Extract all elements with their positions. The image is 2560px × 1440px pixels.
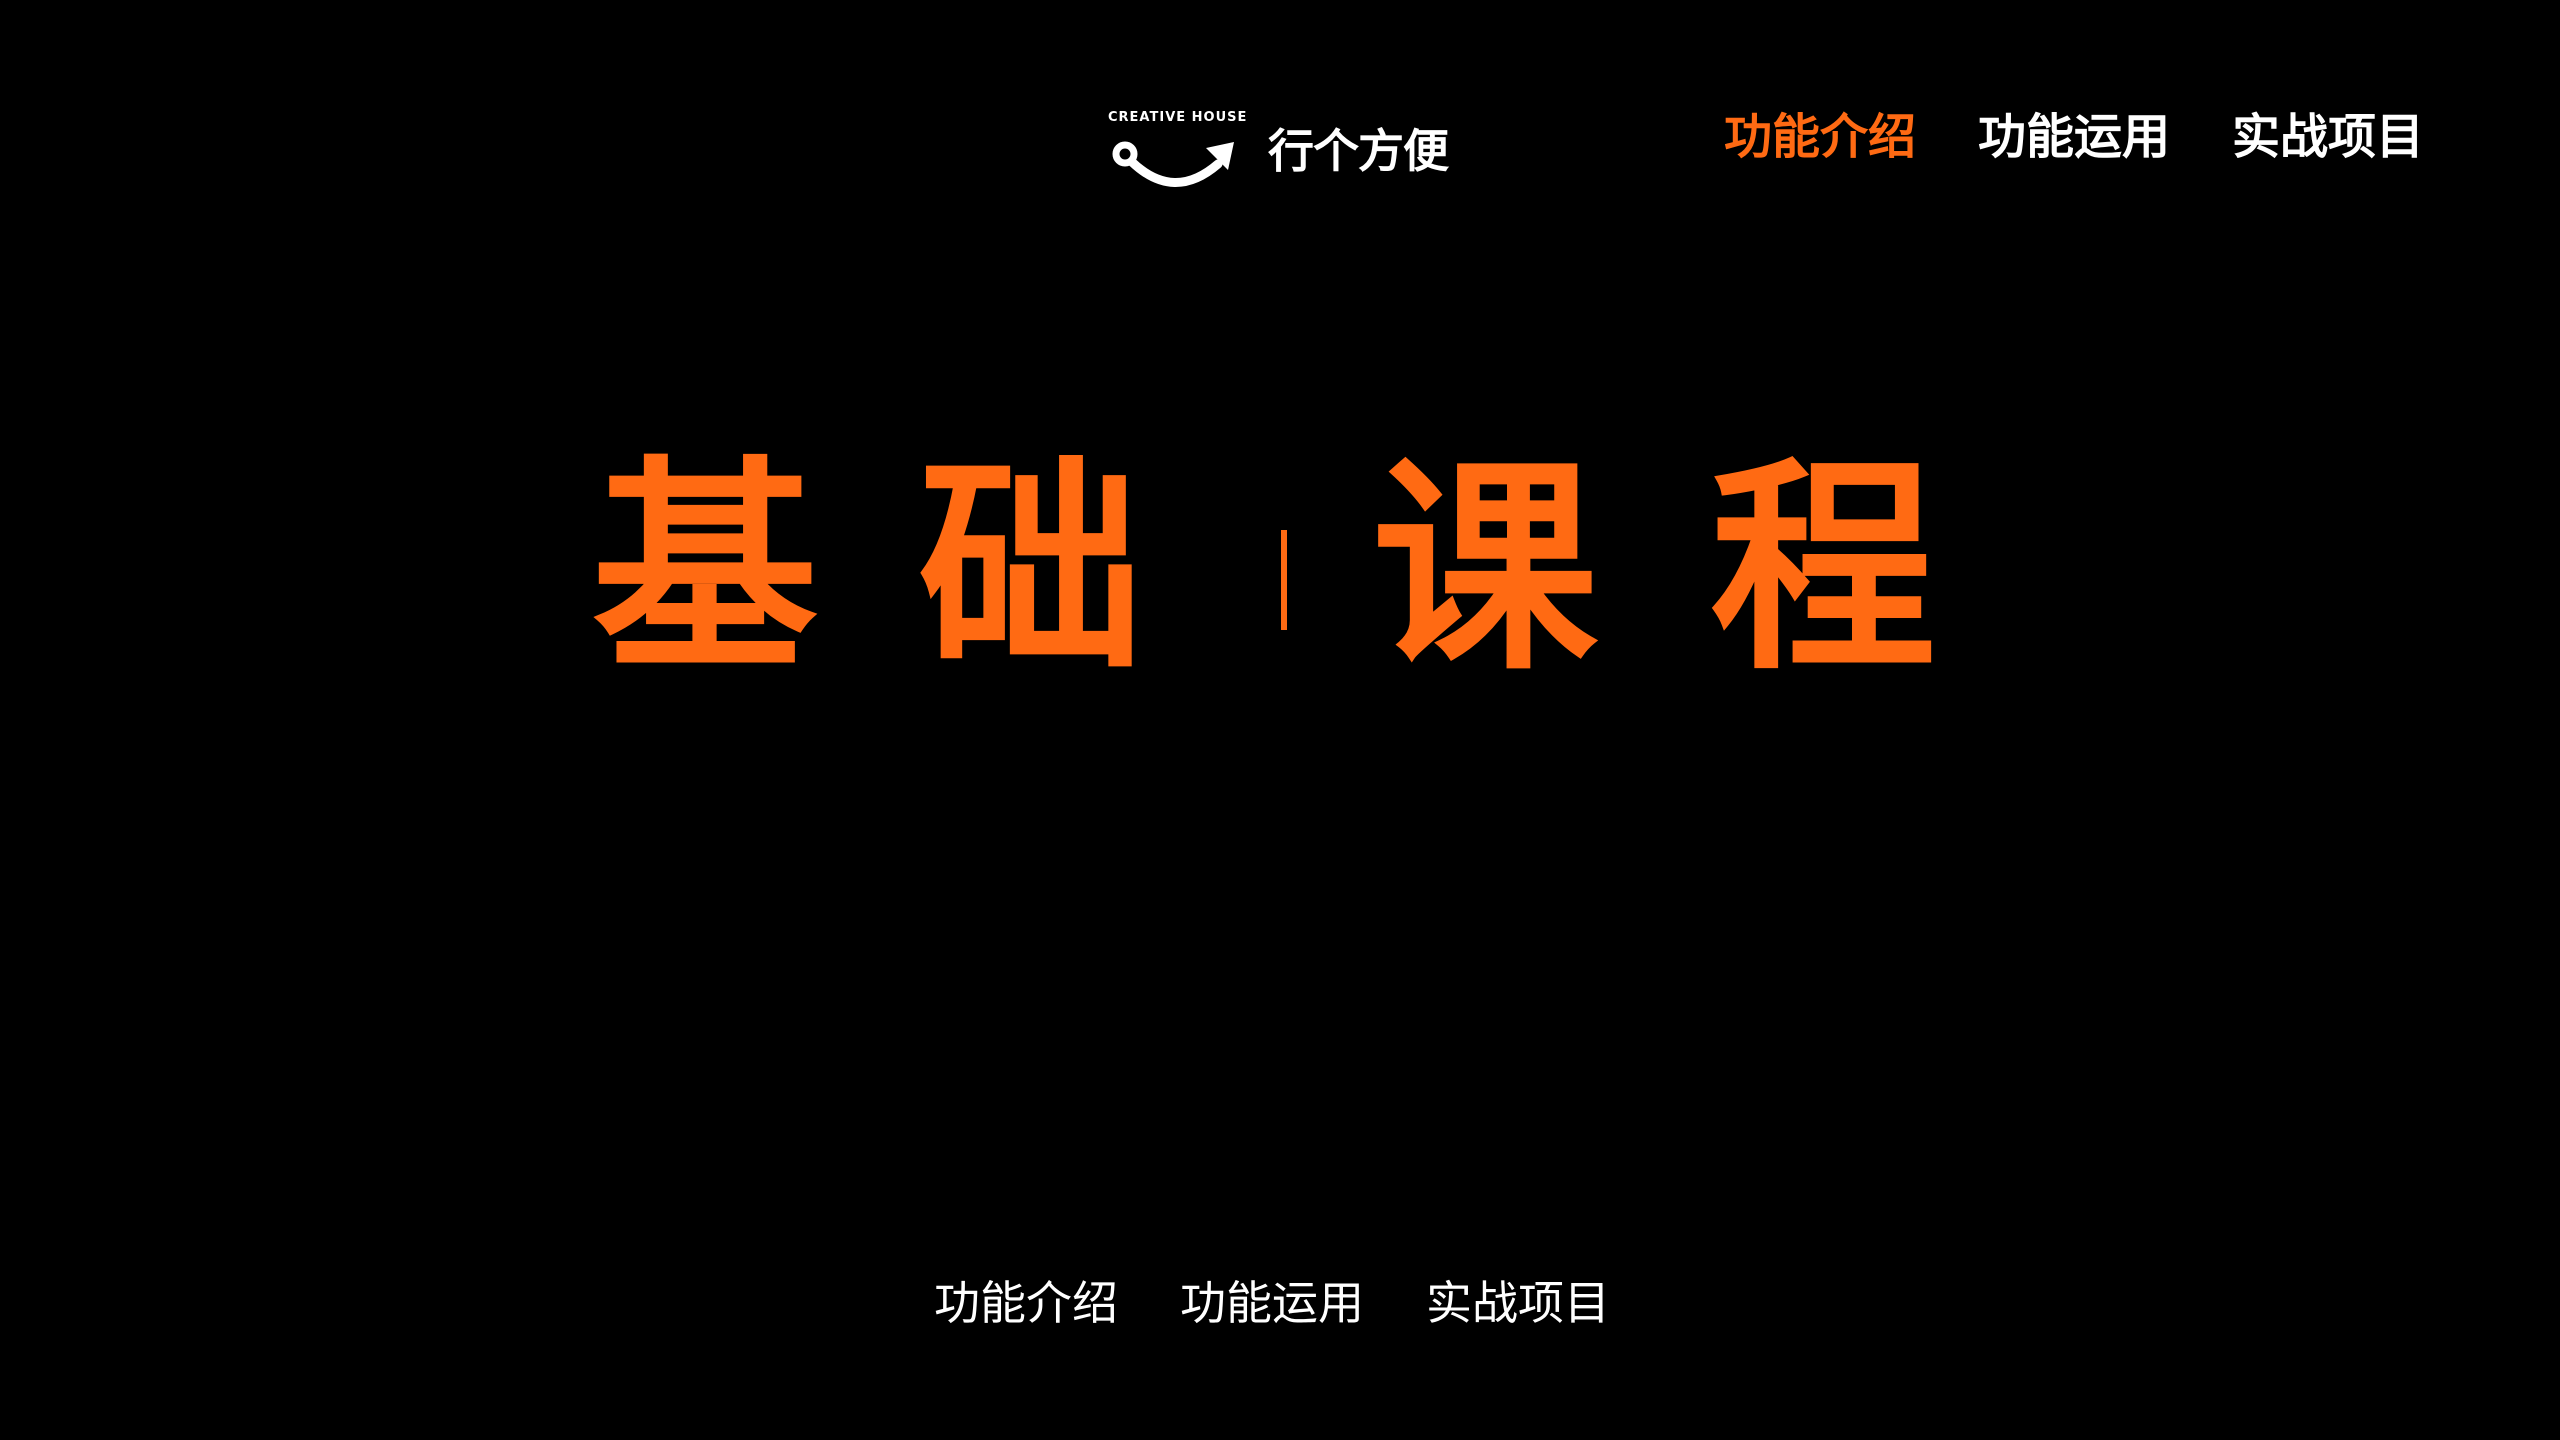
logo[interactable]: CREATIVE HOUSE 行个方便: [1108, 108, 1463, 190]
bottom-nav: 功能介绍 功能运用 实战项目: [934, 1270, 1610, 1336]
hero-title: 基 础 课 程: [0, 440, 2560, 700]
top-nav-item-practice-projects[interactable]: 实战项目: [2232, 104, 2424, 170]
bottom-nav-item-feature-usage[interactable]: 功能运用: [1180, 1270, 1364, 1336]
hero-char-4: 程: [1709, 438, 1936, 701]
hero-char-3: 课: [1371, 438, 1598, 701]
logo-name: 行个方便: [1268, 124, 1449, 178]
top-nav: 功能介绍 功能运用 实战项目: [1724, 104, 2424, 170]
bottom-nav-item-practice-projects[interactable]: 实战项目: [1426, 1270, 1610, 1336]
top-nav-item-feature-usage[interactable]: 功能运用: [1978, 104, 2170, 170]
hero-char-2: 础: [917, 438, 1144, 701]
smile-arrow-icon: [1112, 141, 1234, 187]
bottom-nav-item-feature-intro[interactable]: 功能介绍: [934, 1270, 1118, 1336]
hero-divider: [1281, 530, 1287, 630]
top-nav-item-feature-intro[interactable]: 功能介绍: [1724, 104, 1916, 170]
hero-char-1: 基: [591, 438, 818, 701]
logo-caption: CREATIVE HOUSE: [1108, 110, 1248, 125]
